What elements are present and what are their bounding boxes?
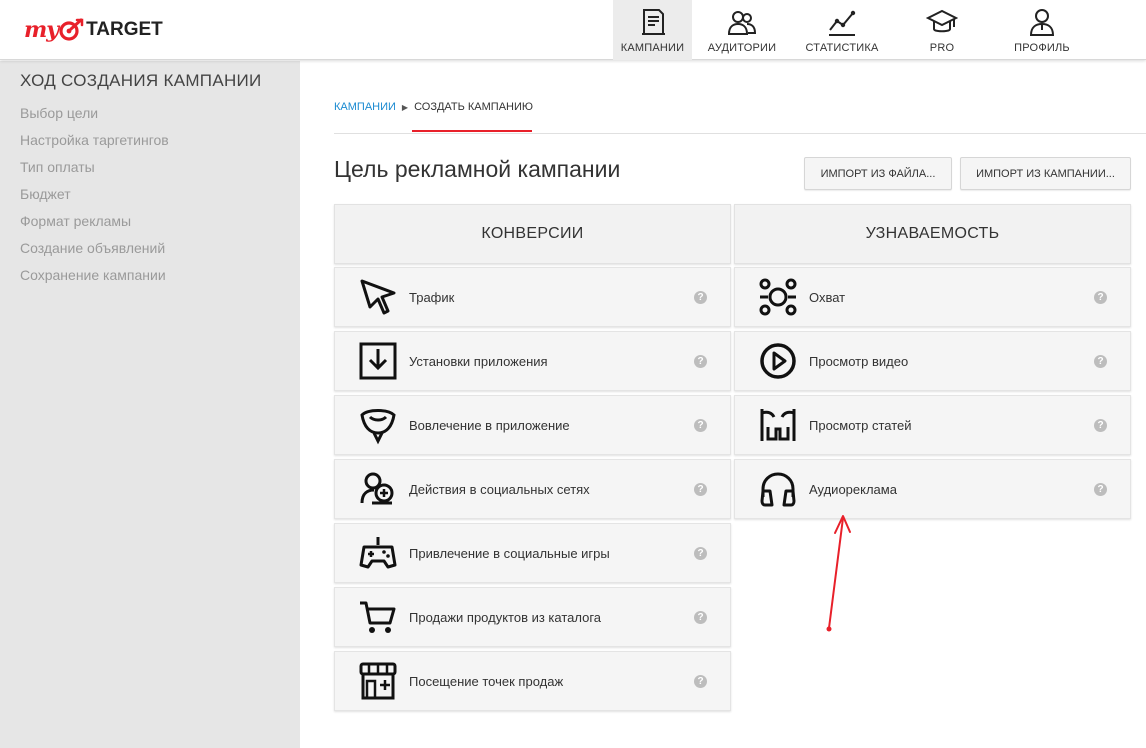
breadcrumb: КАМПАНИИ ▶ СОЗДАТЬ КАМПАНИЮ: [334, 101, 533, 113]
reach-icon: [757, 276, 799, 318]
logo-target-icon: [59, 18, 84, 41]
mytarget-logo[interactable]: my TARGET: [24, 12, 163, 48]
goal-store-visits[interactable]: Посещение точек продаж ?: [334, 651, 731, 711]
breadcrumb-separator-icon: ▶: [401, 102, 409, 112]
import-from-campaign-button[interactable]: ИМПОРТ ИЗ КАМПАНИИ...: [960, 157, 1131, 190]
sidebar-title: ХОД СОЗДАНИЯ КАМПАНИИ: [20, 71, 262, 90]
sidebar-item-save-campaign: Сохранение кампании: [20, 267, 166, 283]
goal-label: Привлечение в социальные игры: [409, 545, 610, 561]
goal-label: Продажи продуктов из каталога: [409, 609, 602, 625]
goal-label: Установки приложения: [409, 353, 548, 369]
social-icon: [357, 468, 399, 510]
engagement-icon: [357, 404, 399, 446]
help-icon[interactable]: ?: [1094, 482, 1107, 496]
articles-icon: [757, 404, 799, 446]
goal-label: Посещение точек продаж: [409, 673, 564, 689]
progress-sidebar: ХОД СОЗДАНИЯ КАМПАНИИ Выбор цели Настрой…: [0, 61, 300, 748]
goal-label: Просмотр видео: [809, 353, 909, 369]
logo-my-text: my: [24, 17, 59, 43]
nav-campaigns-label: КАМПАНИИ: [620, 42, 685, 54]
breadcrumb-campaigns-link[interactable]: КАМПАНИИ: [334, 101, 396, 113]
download-icon: [357, 340, 399, 382]
goal-label: Действия в социальных сетях: [409, 481, 590, 497]
nav-profile[interactable]: ПРОФИЛЬ: [992, 0, 1092, 60]
top-bar: my TARGET КАМПАНИИ АУДИТОРИИ СТАТИСТИКА …: [0, 0, 1146, 60]
campaigns-icon: [641, 9, 665, 35]
goal-app-installs[interactable]: Установки приложения ?: [334, 331, 731, 391]
help-icon[interactable]: ?: [1094, 290, 1107, 304]
sidebar-item-ad-format: Формат рекламы: [20, 213, 132, 229]
goal-audio-ads[interactable]: Аудиореклама ?: [734, 459, 1131, 519]
help-icon[interactable]: ?: [694, 418, 707, 432]
statistics-icon: [829, 10, 856, 36]
goal-reach[interactable]: Охват ?: [734, 267, 1131, 327]
help-icon[interactable]: ?: [694, 674, 707, 688]
cart-icon: [357, 596, 399, 638]
gamepad-icon: [357, 532, 399, 574]
tab-awareness[interactable]: УЗНАВАЕМОСТЬ: [734, 204, 1131, 264]
page-title: Цель рекламной кампании: [334, 156, 621, 182]
goal-label: Охват: [809, 289, 846, 305]
breadcrumb-current: СОЗДАТЬ КАМПАНИЮ: [414, 101, 534, 113]
nav-audiences-label: АУДИТОРИИ: [707, 42, 777, 54]
help-icon[interactable]: ?: [1094, 354, 1107, 368]
goal-label: Просмотр статей: [809, 417, 912, 433]
goal-catalog-sales[interactable]: Продажи продуктов из каталога ?: [334, 587, 731, 647]
sidebar-item-goal: Выбор цели: [20, 105, 99, 121]
help-icon[interactable]: ?: [694, 610, 707, 624]
goal-video-views[interactable]: Просмотр видео ?: [734, 331, 1131, 391]
cursor-icon: [357, 276, 399, 318]
goal-traffic[interactable]: Трафик ?: [334, 267, 731, 327]
sidebar-item-budget: Бюджет: [20, 186, 71, 202]
goal-social-actions[interactable]: Действия в социальных сетях ?: [334, 459, 731, 519]
help-icon[interactable]: ?: [694, 482, 707, 496]
goal-article-views[interactable]: Просмотр статей ?: [734, 395, 1131, 455]
sidebar-item-ads-creation: Создание объявлений: [20, 240, 166, 256]
graduation-cap-icon: [926, 9, 958, 33]
logo-target-text: TARGET: [86, 19, 163, 40]
goal-label: Трафик: [409, 289, 455, 305]
nav-pro-label: PRO: [929, 42, 955, 54]
tab-conversions[interactable]: КОНВЕРСИИ: [334, 204, 731, 264]
sidebar-item-targeting: Настройка таргетингов: [20, 132, 169, 148]
goal-label: Аудиореклама: [809, 481, 897, 497]
nav-audiences[interactable]: АУДИТОРИИ: [692, 0, 792, 60]
breadcrumb-active-underline: [412, 130, 532, 132]
import-from-file-button[interactable]: ИМПОРТ ИЗ ФАЙЛА...: [804, 157, 952, 190]
sidebar-item-payment-type: Тип оплаты: [20, 159, 95, 175]
play-icon: [757, 340, 799, 382]
nav-statistics[interactable]: СТАТИСТИКА: [792, 0, 892, 60]
help-icon[interactable]: ?: [694, 290, 707, 304]
divider: [334, 133, 1146, 134]
goal-app-engagement[interactable]: Вовлечение в приложение ?: [334, 395, 731, 455]
store-icon: [357, 660, 399, 702]
help-icon[interactable]: ?: [694, 546, 707, 560]
nav-profile-label: ПРОФИЛЬ: [1014, 42, 1070, 54]
help-icon[interactable]: ?: [1094, 418, 1107, 432]
nav-pro[interactable]: PRO: [892, 0, 992, 60]
nav-campaigns[interactable]: КАМПАНИИ: [613, 0, 692, 60]
help-icon[interactable]: ?: [694, 354, 707, 368]
main-content: КАМПАНИИ ▶ СОЗДАТЬ КАМПАНИЮ Цель рекламн…: [300, 61, 1146, 748]
main-nav: КАМПАНИИ АУДИТОРИИ СТАТИСТИКА PRO ПРОФИЛ…: [613, 0, 1092, 60]
headphones-icon: [757, 468, 799, 510]
goal-label: Вовлечение в приложение: [409, 417, 570, 433]
audiences-icon: [727, 11, 757, 35]
nav-statistics-label: СТАТИСТИКА: [805, 42, 879, 54]
goal-social-games[interactable]: Привлечение в социальные игры ?: [334, 523, 731, 583]
profile-icon: [1029, 9, 1055, 36]
